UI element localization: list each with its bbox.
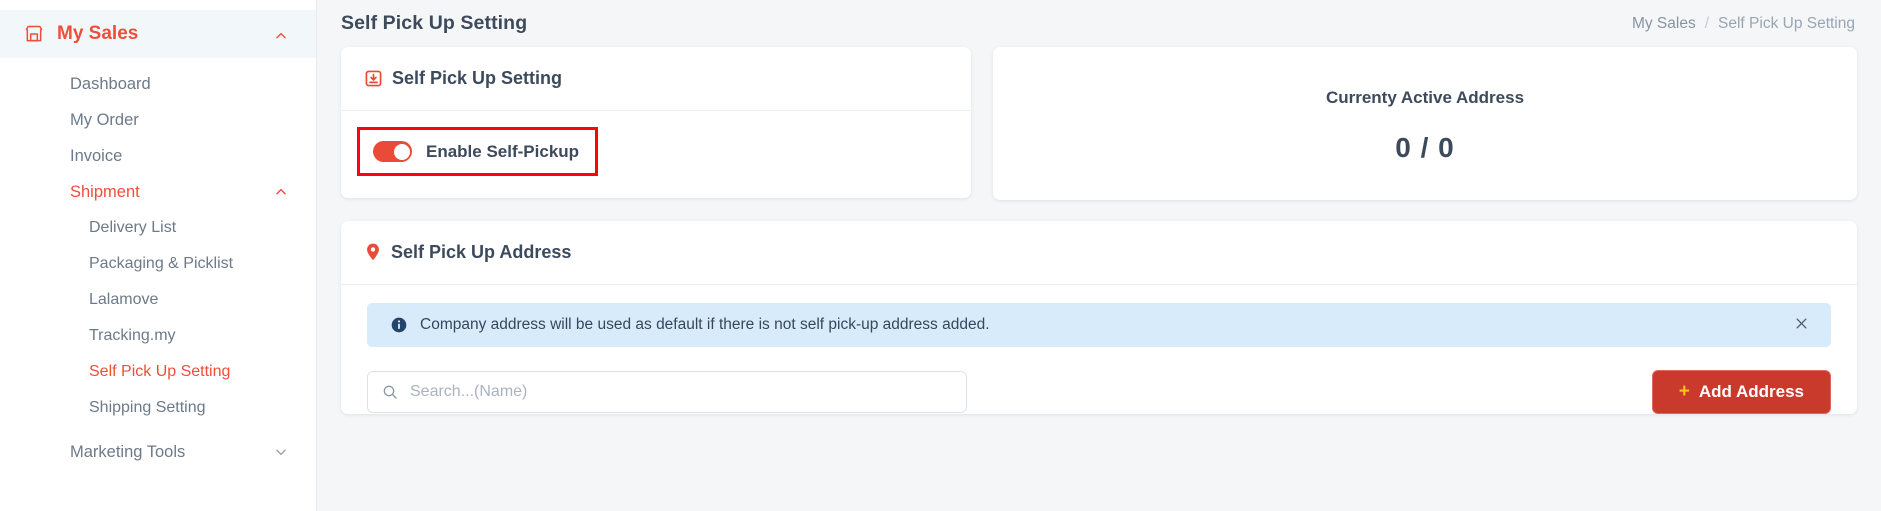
sidebar-item-shipment[interactable]: Shipment xyxy=(0,174,316,210)
breadcrumb-separator: / xyxy=(1704,14,1710,32)
sidebar-item-label: Delivery List xyxy=(89,219,177,236)
self-pick-up-address-card: Self Pick Up Address Company address wil… xyxy=(341,221,1857,414)
add-address-button[interactable]: + Add Address xyxy=(1651,370,1831,414)
search-input[interactable] xyxy=(410,383,952,401)
sidebar-item-my-order[interactable]: My Order xyxy=(0,102,316,138)
currently-active-address-card: Currenty Active Address 0 / 0 xyxy=(993,47,1857,200)
sidebar-item-dashboard[interactable]: Dashboard xyxy=(0,66,316,102)
card-header: Self Pick Up Address xyxy=(341,221,1857,285)
sidebar-item-label: My Order xyxy=(70,110,139,129)
breadcrumb-parent[interactable]: My Sales xyxy=(1632,15,1696,33)
sidebar: My Sales Dashboard My Order Invoice Ship… xyxy=(0,0,317,511)
info-circle-icon xyxy=(391,317,407,333)
sidebar-item-self-pick-up-setting[interactable]: Self Pick Up Setting xyxy=(0,354,316,390)
store-icon xyxy=(24,24,44,44)
sidebar-item-label: Self Pick Up Setting xyxy=(89,363,231,380)
search-field[interactable] xyxy=(367,371,967,413)
sidebar-group-my-sales[interactable]: My Sales xyxy=(0,10,316,58)
main-content: Self Pick Up Setting My Sales / Self Pic… xyxy=(317,0,1881,511)
self-pick-up-setting-card: Self Pick Up Setting Enable Self-Pickup xyxy=(341,47,971,198)
sidebar-item-label: Tracking.my xyxy=(89,327,176,344)
search-icon xyxy=(382,384,398,400)
enable-self-pickup-toggle[interactable] xyxy=(373,141,412,162)
app-root: My Sales Dashboard My Order Invoice Ship… xyxy=(0,0,1881,511)
breadcrumb: My Sales / Self Pick Up Setting xyxy=(1632,15,1855,33)
enable-self-pickup-highlight: Enable Self-Pickup xyxy=(357,127,599,176)
chevron-up-icon[interactable] xyxy=(274,27,288,41)
sidebar-item-invoice[interactable]: Invoice xyxy=(0,138,316,174)
sidebar-item-delivery-list[interactable]: Delivery List xyxy=(0,210,316,246)
sidebar-item-label: Dashboard xyxy=(70,74,151,93)
info-alert-text: Company address will be used as default … xyxy=(420,316,990,333)
map-pin-icon xyxy=(365,243,381,262)
close-icon[interactable] xyxy=(1792,312,1811,339)
card-header: Self Pick Up Setting xyxy=(341,47,971,111)
stat-title: Currenty Active Address xyxy=(1325,87,1525,107)
breadcrumb-current: Self Pick Up Setting xyxy=(1718,14,1855,32)
info-alert: Company address will be used as default … xyxy=(367,303,1831,347)
add-address-label: Add Address xyxy=(1698,382,1804,401)
card-body: Enable Self-Pickup xyxy=(341,111,971,198)
page-title: Self Pick Up Setting xyxy=(341,12,528,34)
chevron-up-icon[interactable] xyxy=(274,185,288,199)
content-area: Self Pick Up Setting Enable Self-Pickup … xyxy=(317,47,1881,414)
plus-icon: + xyxy=(1678,381,1690,402)
sidebar-item-packaging-picklist[interactable]: Packaging & Picklist xyxy=(0,246,316,282)
sidebar-item-marketing-tools[interactable]: Marketing Tools xyxy=(0,434,316,470)
sidebar-item-label: Lalamove xyxy=(89,291,159,308)
sidebar-item-label: Marketing Tools xyxy=(70,442,186,461)
enable-self-pickup-label: Enable Self-Pickup xyxy=(426,141,580,161)
sidebar-group-label: My Sales xyxy=(57,23,139,44)
card-title: Self Pick Up Setting xyxy=(392,68,563,88)
chevron-down-icon[interactable] xyxy=(274,445,288,459)
sidebar-item-label: Shipment xyxy=(70,182,140,201)
sidebar-item-label: Invoice xyxy=(70,146,123,165)
cards-row: Self Pick Up Setting Enable Self-Pickup … xyxy=(341,47,1857,200)
toggle-knob xyxy=(393,143,410,160)
stat-value: 0 / 0 xyxy=(1395,131,1455,163)
search-and-actions-row: + Add Address xyxy=(367,370,1831,414)
sidebar-item-label: Packaging & Picklist xyxy=(89,255,234,272)
sidebar-item-shipping-setting[interactable]: Shipping Setting xyxy=(0,390,316,426)
sidebar-item-tracking-my[interactable]: Tracking.my xyxy=(0,318,316,354)
card-title: Self Pick Up Address xyxy=(391,242,572,262)
sidebar-item-lalamove[interactable]: Lalamove xyxy=(0,282,316,318)
topbar: Self Pick Up Setting My Sales / Self Pic… xyxy=(317,0,1881,47)
inbox-download-icon xyxy=(365,70,382,87)
sidebar-item-label: Shipping Setting xyxy=(89,399,206,416)
